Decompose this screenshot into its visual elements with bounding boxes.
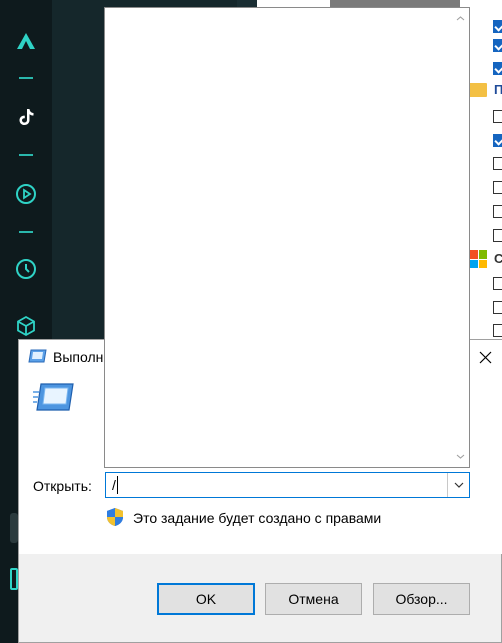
close-button[interactable]	[467, 340, 502, 374]
checkbox[interactable]	[493, 181, 502, 194]
sidebar-item[interactable]	[10, 513, 18, 543]
windows-label: С	[494, 251, 502, 266]
sidebar-item[interactable]	[10, 568, 18, 590]
checkbox[interactable]	[493, 205, 502, 218]
scrollbar[interactable]	[452, 8, 469, 467]
checkbox[interactable]	[493, 62, 502, 75]
app-logo-icon[interactable]	[13, 28, 39, 54]
dropdown-button[interactable]	[447, 473, 469, 497]
open-combobox[interactable]: /	[105, 472, 470, 498]
autocomplete-list[interactable]	[104, 7, 470, 468]
text-caret	[117, 476, 118, 494]
sidebar-separator	[19, 77, 33, 79]
checkbox[interactable]	[493, 157, 502, 170]
checkbox[interactable]	[493, 134, 502, 147]
tiktok-icon[interactable]	[13, 104, 39, 130]
shield-icon	[107, 508, 123, 526]
cube-icon[interactable]	[13, 313, 39, 339]
dialog-title: Выполн	[53, 349, 104, 365]
close-icon	[479, 351, 491, 363]
run-icon	[33, 383, 74, 411]
scroll-down-button[interactable]	[452, 448, 469, 465]
checkbox[interactable]	[493, 20, 502, 33]
checkbox[interactable]	[493, 110, 502, 123]
chevron-up-icon	[456, 16, 465, 21]
folder-label: П	[494, 82, 502, 97]
sidebar-separator	[19, 154, 33, 156]
checkbox[interactable]	[493, 301, 502, 314]
cancel-button[interactable]: Отмена	[265, 583, 362, 615]
clock-icon[interactable]	[13, 256, 39, 282]
chevron-down-icon	[456, 454, 465, 459]
windows-icon	[469, 250, 487, 268]
folder-icon	[469, 83, 487, 97]
open-label: Открыть:	[33, 478, 92, 494]
checkbox[interactable]	[493, 39, 502, 52]
ok-button[interactable]: OK	[157, 583, 255, 615]
checkbox[interactable]	[493, 324, 502, 337]
browse-button[interactable]: Обзор...	[373, 583, 470, 615]
run-icon	[28, 349, 47, 363]
open-input[interactable]: /	[112, 477, 116, 493]
checkbox[interactable]	[493, 229, 502, 242]
sidebar-separator	[19, 231, 33, 233]
admin-notice: Это задание будет создано с правами	[133, 510, 382, 526]
chevron-down-icon	[454, 482, 463, 488]
scroll-up-button[interactable]	[452, 10, 469, 27]
play-icon[interactable]	[13, 181, 39, 207]
checkbox[interactable]	[493, 277, 502, 290]
